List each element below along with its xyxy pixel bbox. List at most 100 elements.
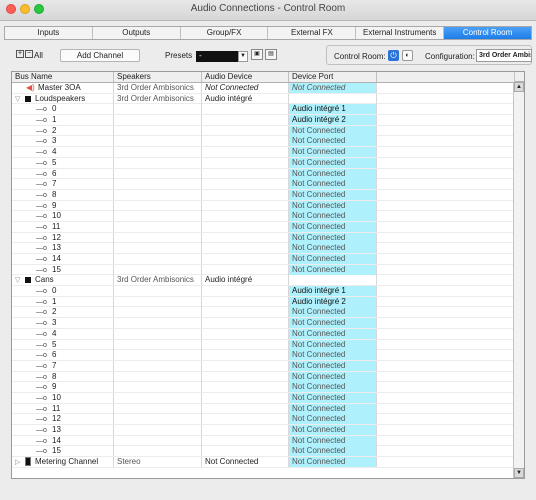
device-port-cell[interactable]: Not Connected: [289, 392, 377, 403]
audio-device-cell[interactable]: [202, 125, 289, 136]
bus-name-cell[interactable]: ▷ Metering Channel: [12, 457, 114, 468]
audio-device-cell[interactable]: Not Connected: [202, 457, 289, 468]
control-room-power-icon[interactable]: ⏻: [388, 50, 399, 61]
table-row[interactable]: ▷ Metering Channel Stereo Not Connected Not …: [12, 457, 515, 468]
table-row[interactable]: —o 4 Not Connected: [12, 328, 515, 340]
bus-name-cell[interactable]: —o 6: [12, 350, 114, 361]
device-port-cell[interactable]: Not Connected: [289, 328, 377, 339]
table-row[interactable]: —o 7 Not Connected: [12, 179, 515, 190]
audio-device-cell[interactable]: [202, 425, 289, 435]
device-port-cell[interactable]: Not Connected: [289, 157, 377, 168]
bus-name-cell[interactable]: —o 0: [12, 286, 114, 297]
bus-name-cell[interactable]: —o 12: [12, 232, 114, 243]
table-row[interactable]: —o 4 Not Connected: [12, 147, 515, 158]
bus-name-cell[interactable]: —o 0: [12, 104, 114, 115]
table-row[interactable]: —o 0 Audio intégré 1: [12, 104, 515, 116]
presets-select[interactable]: -: [196, 51, 238, 62]
device-port-cell[interactable]: [289, 275, 377, 286]
audio-device-cell[interactable]: [202, 286, 289, 297]
audio-device-cell[interactable]: [202, 414, 289, 425]
device-port-cell[interactable]: Audio intégré 1: [289, 104, 377, 115]
audio-device-cell[interactable]: [202, 371, 289, 382]
bus-name-cell[interactable]: —o 9: [12, 200, 114, 211]
table-row[interactable]: —o 3 Not Connected: [12, 318, 515, 329]
tab-external-fx[interactable]: External FX: [268, 27, 357, 39]
bus-name-cell[interactable]: —o 4: [12, 328, 114, 339]
audio-device-cell[interactable]: [202, 403, 289, 414]
table-row[interactable]: —o 14 Not Connected: [12, 435, 515, 447]
bus-name-cell[interactable]: —o 4: [12, 147, 114, 158]
audio-device-cell[interactable]: [202, 136, 289, 147]
tab-inputs[interactable]: Inputs: [5, 27, 93, 39]
column-header-speakers[interactable]: Speakers: [114, 72, 202, 82]
table-row[interactable]: —o 15 Not Connected: [12, 264, 515, 276]
bus-name-cell[interactable]: ◀) Master 3OA: [12, 83, 114, 93]
table-row[interactable]: —o 12 Not Connected: [12, 232, 515, 244]
scroll-down-icon[interactable]: ▼: [514, 468, 524, 478]
audio-device-cell[interactable]: [202, 435, 289, 446]
device-port-cell[interactable]: Not Connected: [289, 371, 377, 382]
audio-device-cell[interactable]: [202, 296, 289, 307]
bus-name-cell[interactable]: —o 9: [12, 382, 114, 393]
tab-control-room[interactable]: Control Room: [444, 27, 531, 39]
device-port-cell[interactable]: Not Connected: [289, 243, 377, 254]
bus-name-cell[interactable]: —o 13: [12, 243, 114, 254]
table-row[interactable]: —o 6 Not Connected: [12, 350, 515, 361]
table-row[interactable]: —o 9 Not Connected: [12, 382, 515, 393]
column-header-audio-device[interactable]: Audio Device: [202, 72, 289, 82]
device-port-cell[interactable]: Not Connected: [289, 360, 377, 371]
tab-external-instruments[interactable]: External Instruments: [356, 27, 445, 39]
table-row[interactable]: —o 11 Not Connected: [12, 221, 515, 233]
device-port-cell[interactable]: Not Connected: [289, 446, 377, 457]
audio-device-cell[interactable]: [202, 350, 289, 361]
audio-device-cell[interactable]: [202, 318, 289, 329]
table-row[interactable]: —o 5 Not Connected: [12, 339, 515, 351]
audio-device-cell[interactable]: [202, 104, 289, 115]
audio-device-cell[interactable]: [202, 168, 289, 179]
audio-device-cell[interactable]: [202, 446, 289, 457]
device-port-cell[interactable]: Not Connected: [289, 254, 377, 264]
delete-preset-icon[interactable]: ▤: [265, 49, 277, 60]
bus-name-cell[interactable]: —o 10: [12, 392, 114, 403]
audio-device-cell[interactable]: [202, 232, 289, 243]
table-row[interactable]: —o 1 Audio intégré 2: [12, 115, 515, 126]
table-row[interactable]: —o 6 Not Connected: [12, 168, 515, 180]
device-port-cell[interactable]: Not Connected: [289, 221, 377, 232]
device-port-cell[interactable]: [289, 93, 377, 104]
bus-name-cell[interactable]: —o 5: [12, 339, 114, 350]
bus-name-cell[interactable]: ▽ Cans: [12, 275, 114, 286]
device-port-cell[interactable]: Not Connected: [289, 403, 377, 414]
device-port-cell[interactable]: Not Connected: [289, 457, 377, 468]
configuration-field[interactable]: 3rd Order Ambis: [476, 49, 532, 62]
table-row[interactable]: —o 9 Not Connected: [12, 200, 515, 212]
audio-device-cell[interactable]: [202, 307, 289, 318]
table-row[interactable]: —o 15 Not Connected: [12, 446, 515, 458]
bus-name-cell[interactable]: —o 12: [12, 414, 114, 425]
table-row[interactable]: —o 0 Audio intégré 1: [12, 286, 515, 297]
audio-device-cell[interactable]: [202, 360, 289, 371]
audio-device-cell[interactable]: [202, 264, 289, 275]
bus-name-cell[interactable]: —o 2: [12, 125, 114, 136]
audio-device-cell[interactable]: [202, 115, 289, 126]
table-row[interactable]: ◀) Master 3OA 3rd Order Ambisonics Not Conn…: [12, 83, 515, 94]
table-row[interactable]: —o 7 Not Connected: [12, 360, 515, 372]
collapsed-triangle-icon[interactable]: ▷: [15, 458, 22, 467]
device-port-cell[interactable]: Not Connected: [289, 382, 377, 393]
bus-name-cell[interactable]: —o 11: [12, 403, 114, 414]
bus-name-cell[interactable]: —o 3: [12, 136, 114, 147]
table-row[interactable]: —o 2 Not Connected: [12, 125, 515, 137]
audio-device-cell[interactable]: [202, 200, 289, 211]
audio-device-cell[interactable]: [202, 211, 289, 222]
audio-device-cell[interactable]: [202, 243, 289, 254]
expanded-triangle-icon[interactable]: ▽: [15, 276, 22, 285]
table-row[interactable]: —o 8 Not Connected: [12, 371, 515, 383]
device-port-cell[interactable]: Audio intégré 2: [289, 115, 377, 126]
bus-name-cell[interactable]: —o 8: [12, 371, 114, 382]
audio-device-cell[interactable]: [202, 254, 289, 264]
vertical-scrollbar[interactable]: ▲ ▼: [513, 82, 524, 478]
table-row[interactable]: ▽ Loudspeakers 3rd Order Ambisonics Audio i…: [12, 93, 515, 105]
bus-name-cell[interactable]: —o 14: [12, 254, 114, 264]
bus-name-cell[interactable]: ▽ Loudspeakers: [12, 93, 114, 104]
audio-device-cell[interactable]: [202, 339, 289, 350]
collapse-all-icon[interactable]: −: [25, 50, 33, 58]
